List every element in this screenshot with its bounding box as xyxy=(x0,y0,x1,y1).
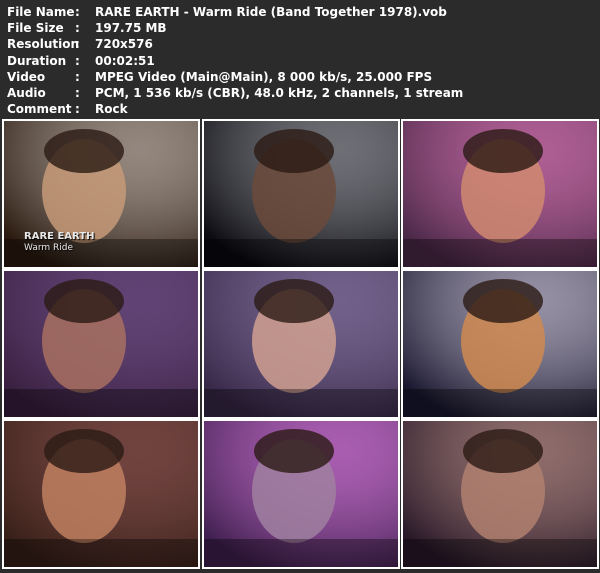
frame-9-two-singers xyxy=(401,419,599,569)
info-key: Duration xyxy=(7,53,67,68)
info-row: Audio: PCM, 1 536 kb/s (CBR), 48.0 kHz, 2… xyxy=(7,85,463,101)
frame-3-singer-mic-purple xyxy=(401,119,599,269)
info-separator: : xyxy=(75,102,80,117)
info-row: Video: MPEG Video (Main@Main), 8 000 kb/s… xyxy=(7,69,463,85)
frame-8-stage-pink-lights xyxy=(202,419,400,569)
info-separator: : xyxy=(75,5,80,19)
info-separator: : xyxy=(75,69,80,84)
info-key: Video xyxy=(7,69,46,84)
frame-6-trumpet-lights xyxy=(401,269,599,419)
frame-1-singer-closeup: RARE EARTH Warm Ride xyxy=(2,119,200,269)
info-separator: : xyxy=(75,37,80,52)
info-value: RARE EARTH - Warm Ride (Band Together 19… xyxy=(95,5,447,19)
info-row: File Size:197.75 MB xyxy=(7,20,463,36)
info-value: Rock xyxy=(95,102,128,117)
info-row: File Name: RARE EARTH - Warm Ride (Band T… xyxy=(7,4,463,20)
info-value: 197.75 MB xyxy=(95,21,167,36)
frame-2-keyboards-dark xyxy=(202,119,400,269)
info-key: File Size xyxy=(7,21,64,36)
info-key: Audio xyxy=(7,86,46,101)
frame-5-singer-profile xyxy=(202,269,400,419)
frame-7-singer-eyes-closed xyxy=(2,419,200,569)
info-value: 00:02:51 xyxy=(95,53,155,68)
info-key: Comment xyxy=(7,102,72,117)
frame-4-musician-portrait xyxy=(2,269,200,419)
info-separator: : xyxy=(75,21,80,36)
info-row: Comment: Rock xyxy=(7,101,463,117)
overlay-song-title: Warm Ride xyxy=(24,243,74,253)
info-separator: : xyxy=(75,53,80,68)
media-info-panel: File Name: RARE EARTH - Warm Ride (Band T… xyxy=(7,4,463,117)
info-row: Resolution:720x576 xyxy=(7,36,463,52)
overlay-band-title: RARE EARTH xyxy=(24,231,95,242)
info-key: Resolution xyxy=(7,37,80,52)
info-value: 720x576 xyxy=(95,37,153,52)
info-row: Duration:00:02:51 xyxy=(7,53,463,69)
info-key: File Name xyxy=(7,5,75,19)
info-value: MPEG Video (Main@Main), 8 000 kb/s, 25.0… xyxy=(95,69,433,84)
info-separator: : xyxy=(75,86,80,101)
info-value: PCM, 1 536 kb/s (CBR), 48.0 kHz, 2 chann… xyxy=(95,86,464,101)
